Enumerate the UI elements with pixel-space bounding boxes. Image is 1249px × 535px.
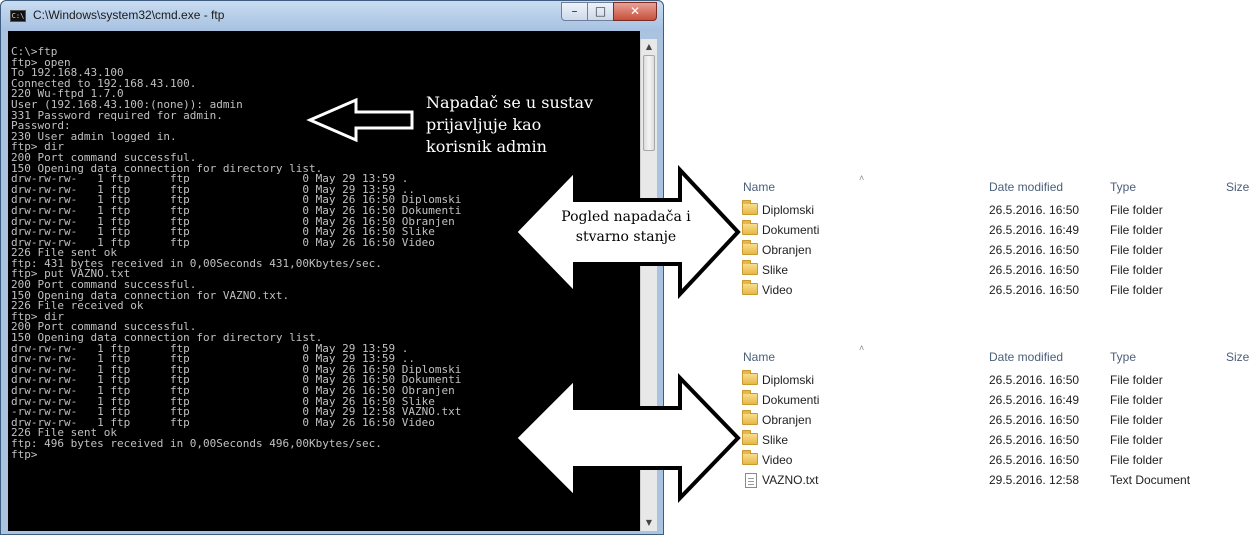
bottom-double-arrow-icon	[512, 373, 741, 503]
file-date-modified: 26.5.2016. 16:50	[989, 283, 1080, 297]
text-file-icon	[745, 473, 757, 488]
file-row[interactable]: Obranjen 26.5.2016. 16:50 File folder	[740, 240, 1249, 260]
file-type: File folder	[1110, 433, 1163, 447]
file-row[interactable]: Video 26.5.2016. 16:50 File folder	[740, 280, 1249, 300]
file-row[interactable]: Slike 26.5.2016. 16:50 File folder	[740, 430, 1249, 450]
column-header-date[interactable]: Date modified	[989, 180, 1063, 194]
file-name: Video	[762, 453, 793, 467]
sort-up-icon: ˄	[859, 173, 865, 183]
column-header-type[interactable]: Type	[1110, 350, 1136, 364]
column-header-size[interactable]: Size	[1226, 350, 1249, 364]
view-note-line: stvarno stanje	[575, 229, 677, 245]
file-name: Obranjen	[762, 413, 812, 427]
folder-icon	[742, 390, 758, 405]
file-date-modified: 26.5.2016. 16:49	[989, 223, 1080, 237]
file-date-modified: 26.5.2016. 16:50	[989, 243, 1080, 257]
file-list: Diplomski 26.5.2016. 16:50 File folder Doku…	[740, 370, 1249, 490]
file-date-modified: 26.5.2016. 16:50	[989, 203, 1080, 217]
file-name: Slike	[762, 263, 789, 277]
login-note-line: Napadač se u sustav	[426, 93, 594, 112]
file-row[interactable]: Dokumenti 26.5.2016. 16:49 File folder	[740, 390, 1249, 410]
file-row[interactable]: Diplomski 26.5.2016. 16:50 File folder	[740, 200, 1249, 220]
file-type: File folder	[1110, 393, 1163, 407]
file-date-modified: 29.5.2016. 12:58	[989, 473, 1080, 487]
login-note-line: korisnik admin	[426, 137, 547, 156]
file-row[interactable]: Obranjen 26.5.2016. 16:50 File folder	[740, 410, 1249, 430]
file-date-modified: 26.5.2016. 16:50	[989, 413, 1080, 427]
folder-icon	[742, 370, 758, 385]
sort-up-icon: ˄	[859, 343, 865, 353]
file-row[interactable]: Diplomski 26.5.2016. 16:50 File folder	[740, 370, 1249, 390]
explorer-after: Name ˄ Date modified Type Size Diplomski…	[740, 343, 1249, 490]
column-header-type[interactable]: Type	[1110, 180, 1136, 194]
column-header-date[interactable]: Date modified	[989, 350, 1063, 364]
file-list: Diplomski 26.5.2016. 16:50 File folder Doku…	[740, 200, 1249, 300]
file-type: Text Document	[1110, 473, 1191, 487]
file-name: Slike	[762, 433, 789, 447]
file-type: File folder	[1110, 283, 1163, 297]
file-name: Dokumenti	[762, 223, 820, 237]
file-type: File folder	[1110, 263, 1163, 277]
file-type: File folder	[1110, 223, 1163, 237]
folder-icon	[742, 200, 758, 215]
folder-icon	[742, 280, 758, 295]
login-annotation: Napadač se u sustav prijavljuje kao kori…	[426, 92, 646, 158]
folder-icon	[742, 410, 758, 425]
file-type: File folder	[1110, 243, 1163, 257]
file-date-modified: 26.5.2016. 16:49	[989, 393, 1080, 407]
file-type: File folder	[1110, 413, 1163, 427]
login-arrow-icon	[306, 97, 414, 143]
file-row[interactable]: Video 26.5.2016. 16:50 File folder	[740, 450, 1249, 470]
folder-icon	[742, 450, 758, 465]
login-note-line: prijavljuje kao	[426, 115, 542, 134]
file-name: Video	[762, 283, 793, 297]
file-row[interactable]: Dokumenti 26.5.2016. 16:49 File folder	[740, 220, 1249, 240]
file-date-modified: 26.5.2016. 16:50	[989, 453, 1080, 467]
file-name: VAZNO.txt	[762, 473, 819, 487]
file-date-modified: 26.5.2016. 16:50	[989, 433, 1080, 447]
file-type: File folder	[1110, 453, 1163, 467]
file-type: File folder	[1110, 203, 1163, 217]
explorer-before: Name ˄ Date modified Type Size Diplomski…	[740, 173, 1249, 300]
file-date-modified: 26.5.2016. 16:50	[989, 263, 1080, 277]
column-header-name[interactable]: Name	[743, 350, 775, 364]
file-row[interactable]: VAZNO.txt 29.5.2016. 12:58 Text Document	[740, 470, 1249, 490]
view-note-line: Pogled napadača i	[561, 209, 691, 225]
file-name: Obranjen	[762, 243, 812, 257]
folder-icon	[742, 240, 758, 255]
column-header-row: Name ˄ Date modified Type Size	[740, 173, 1249, 200]
folder-icon	[742, 260, 758, 275]
folder-icon	[742, 220, 758, 235]
file-name: Dokumenti	[762, 393, 820, 407]
file-row[interactable]: Slike 26.5.2016. 16:50 File folder	[740, 260, 1249, 280]
column-header-row: Name ˄ Date modified Type Size	[740, 343, 1249, 370]
file-date-modified: 26.5.2016. 16:50	[989, 373, 1080, 387]
view-annotation: Pogled napadača i stvarno stanje	[542, 207, 710, 247]
column-header-name[interactable]: Name	[743, 180, 775, 194]
file-name: Diplomski	[762, 203, 815, 217]
file-name: Diplomski	[762, 373, 815, 387]
folder-icon	[742, 430, 758, 445]
column-header-size[interactable]: Size	[1226, 180, 1249, 194]
file-type: File folder	[1110, 373, 1163, 387]
